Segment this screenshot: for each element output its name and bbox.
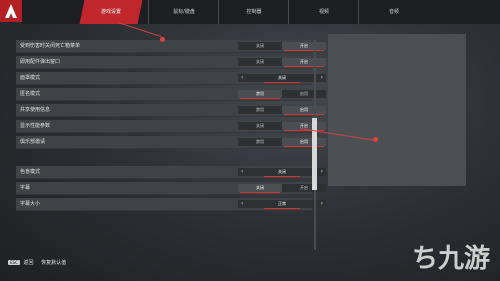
selector-underline <box>264 208 300 209</box>
esc-key-icon: ESC <box>8 260 20 265</box>
tab-game-settings[interactable]: 游戏设置 <box>79 0 143 24</box>
reset-defaults-button[interactable]: 恢复默认值 <box>41 260 66 266</box>
chevron-right-icon[interactable]: › <box>321 74 323 82</box>
chevron-left-icon[interactable]: ‹ <box>241 74 243 82</box>
option-off[interactable]: 关闭 <box>238 42 282 50</box>
selector-underline <box>264 82 300 83</box>
tab-controller[interactable]: 控制器 <box>218 0 289 24</box>
apex-logo-icon <box>5 4 17 18</box>
option-selector[interactable]: ‹ 正常 › <box>238 200 326 209</box>
setting-label: 字幕 <box>20 185 31 191</box>
setting-label: 俱乐部邀请 <box>20 139 46 145</box>
selector-value: 关闭 <box>278 75 286 80</box>
setting-label: 色盲模式 <box>20 169 41 175</box>
option-on[interactable]: 开启 <box>282 184 326 192</box>
watermark-text: 九游 <box>437 244 490 274</box>
annotation-marker <box>160 37 165 42</box>
description-panel <box>328 34 466 186</box>
tab-audio[interactable]: 音频 <box>358 0 429 24</box>
setting-label: 面罩模式 <box>20 75 41 81</box>
chevron-right-icon[interactable]: › <box>321 200 323 208</box>
chevron-left-icon[interactable]: ‹ <box>241 200 243 208</box>
tab-video[interactable]: 视频 <box>288 0 359 24</box>
back-button[interactable]: 返回 <box>23 260 33 266</box>
watermark-logo: ち九游 <box>412 238 490 275</box>
setting-row: 即用配件弹出窗口 关闭 开启 <box>16 56 326 69</box>
top-tab-bar: 游戏设置 鼠标/键盘 控制器 视频 音频 <box>22 0 500 24</box>
footer-bar: ESC 返回 恢复默认值 <box>8 259 66 266</box>
option-enable[interactable]: 启用 <box>282 138 326 147</box>
option-on[interactable]: 开启 <box>282 58 326 67</box>
apex-logo <box>0 0 22 22</box>
option-on[interactable]: 开启 <box>282 42 326 51</box>
option-enable[interactable]: 启用 <box>282 106 326 115</box>
chevron-left-icon[interactable]: ‹ <box>241 168 243 176</box>
setting-label: 即用配件弹出窗口 <box>20 59 61 65</box>
selector-value: 正常 <box>278 201 286 206</box>
option-off[interactable]: 关闭 <box>238 58 282 66</box>
selector-value: 关闭 <box>278 169 286 174</box>
setting-label: 字幕大小 <box>20 201 41 207</box>
setting-row: 共享使用信息 禁用 启用 <box>16 104 326 117</box>
option-disable[interactable]: 禁用 <box>238 106 282 114</box>
option-off[interactable]: 关闭 <box>238 184 282 193</box>
setting-row: 字幕 关闭 开启 <box>16 182 326 195</box>
setting-label: 共享使用信息 <box>20 107 51 113</box>
setting-label: 匿名模式 <box>20 91 41 97</box>
selector-underline <box>264 176 300 177</box>
setting-row: 受到伤害时关闭死亡箱菜单 关闭 开启 <box>16 40 326 53</box>
option-disable[interactable]: 禁用 <box>238 90 282 99</box>
option-disable[interactable]: 禁用 <box>238 138 282 146</box>
setting-row: 显示性能参数 关闭 开启 <box>16 120 326 133</box>
setting-label: 显示性能参数 <box>20 123 51 129</box>
setting-row: 色盲模式 ‹ 关闭 › <box>16 166 326 179</box>
setting-label: 受到伤害时关闭死亡箱菜单 <box>20 43 81 49</box>
option-enable[interactable]: 启用 <box>282 90 326 98</box>
setting-row: 字幕大小 ‹ 正常 › <box>16 198 326 211</box>
setting-row: 俱乐部邀请 禁用 启用 <box>16 136 326 149</box>
tab-mouse-keyboard[interactable]: 鼠标/键盘 <box>148 0 219 24</box>
option-selector[interactable]: ‹ 关闭 › <box>238 74 326 83</box>
setting-row: 面罩模式 ‹ 关闭 › <box>16 72 326 85</box>
option-off[interactable]: 关闭 <box>238 122 282 130</box>
setting-row: 匿名模式 禁用 启用 <box>16 88 326 101</box>
watermark-icon: ち <box>411 244 438 274</box>
scrollbar-thumb[interactable] <box>312 118 317 190</box>
chevron-right-icon[interactable]: › <box>321 168 323 176</box>
